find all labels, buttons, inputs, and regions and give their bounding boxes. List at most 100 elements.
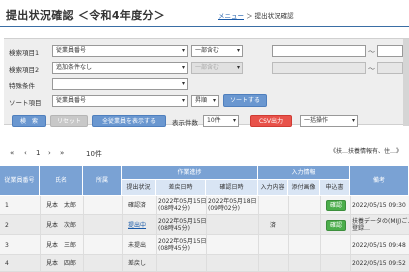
- sort-button[interactable]: ソートする: [223, 94, 267, 107]
- header-work-status[interactable]: 提出状況: [122, 180, 156, 196]
- sort-select[interactable]: 従業員番号 ▾: [52, 95, 188, 107]
- search-panel: 検索項目1 従業員番号 ▾ 一部含む ▾ ～ 検索項目2 追加条件なし ▾ 一部含む ▾…: [4, 38, 409, 127]
- header-start-date[interactable]: 差戻日時: [156, 180, 206, 196]
- cell-status[interactable]: 提出中: [128, 222, 146, 229]
- title-underline: [0, 26, 409, 27]
- column-divider: [156, 196, 157, 272]
- cell-status: 未提出: [128, 242, 147, 249]
- header-note[interactable]: 備考: [350, 166, 409, 196]
- sort-value: 従業員番号: [56, 97, 87, 104]
- column-divider: [122, 196, 123, 272]
- search-item1-label: 検索項目1: [9, 49, 40, 57]
- pager-current-page[interactable]: 1: [36, 149, 40, 157]
- pager-next[interactable]: ›: [48, 149, 51, 157]
- chevron-down-icon: ▾: [181, 80, 185, 87]
- table-row[interactable]: 1 見本 太郎 確認済 2022年05月15日 (08時42分) 2022年05…: [0, 196, 409, 215]
- search-item1-value: 従業員番号: [56, 47, 87, 54]
- pager-first[interactable]: «: [10, 149, 14, 157]
- display-count-select[interactable]: 10件 ▾: [203, 115, 239, 127]
- search-item2-match-select[interactable]: 一部含む ▾: [191, 62, 243, 74]
- chevron-down-icon: ▾: [181, 47, 185, 54]
- header-group-work: 作業進捗: [122, 166, 258, 180]
- search-item1-to-input[interactable]: [377, 45, 403, 57]
- pager-last[interactable]: »: [60, 149, 64, 157]
- chevron-down-icon: ▾: [351, 117, 355, 124]
- title-bar: 提出状況確認 ＜令和4年度分＞ メニュー ＞ 提出状況確認: [0, 0, 409, 27]
- pager-prev[interactable]: ‹: [24, 149, 27, 157]
- table-row[interactable]: 2 見本 次郎 提出中 2022年05月15日 (08時45分) 済 確認 扶養…: [0, 215, 409, 235]
- display-count-label: 表示件数: [172, 119, 198, 127]
- cell-emp-no: 1: [5, 202, 9, 209]
- search-button[interactable]: 検 索: [12, 115, 46, 127]
- chevron-down-icon: ▾: [181, 64, 185, 71]
- panel-scrollbar[interactable]: [403, 39, 409, 126]
- legend-note: 《扶…扶養情報有、住…》: [330, 148, 403, 155]
- page-title: 提出状況確認 ＜令和4年度分＞: [6, 9, 165, 22]
- cell-note: 扶養データの(MIJ)ご… 登録…: [352, 218, 409, 232]
- cell-name: 見本 三郎: [46, 242, 77, 249]
- search-item1-match-select[interactable]: 一部含む ▾: [191, 45, 243, 57]
- header-group-input: 入力情報: [258, 166, 350, 180]
- cell-start-date: 2022年05月15日 (08時45分): [158, 238, 207, 252]
- search-item2-to-input[interactable]: [377, 62, 403, 74]
- sort-order-value: 昇順: [195, 97, 208, 104]
- pager-total: 10件: [86, 150, 102, 158]
- breadcrumb-separator: ＞: [246, 12, 253, 20]
- display-count-value: 10件: [207, 117, 221, 124]
- special-condition-select[interactable]: ▾: [52, 78, 188, 90]
- search-item1-match-value: 一部含む: [195, 47, 220, 54]
- breadcrumb-current: 提出状況確認: [254, 12, 294, 20]
- search-item2-label: 検索項目2: [9, 66, 40, 74]
- chevron-down-icon: ▾: [232, 117, 236, 124]
- header-name[interactable]: 氏名: [40, 166, 83, 196]
- search-item1-from-input[interactable]: [272, 45, 366, 57]
- search-item1-select[interactable]: 従業員番号 ▾: [52, 45, 188, 57]
- header-attach[interactable]: 添付画像: [288, 180, 320, 196]
- search-item2-value: 追加条件なし: [56, 64, 93, 71]
- cell-note: 2022/05/15 09:30: [352, 202, 406, 209]
- table-row[interactable]: 3 見本 三郎 未提出 2022年05月15日 (08時45分) 2022/05…: [0, 235, 409, 255]
- column-divider: [258, 196, 259, 272]
- cell-input-content: 済: [270, 222, 277, 229]
- breadcrumb: メニュー ＞ 提出状況確認: [218, 10, 294, 20]
- cell-emp-no: 2: [5, 222, 9, 229]
- column-divider: [40, 196, 41, 272]
- show-all-employees-button[interactable]: 全従業員を表示する: [92, 115, 166, 127]
- confirm-button[interactable]: 確認: [326, 200, 346, 211]
- cell-status: 差戻し: [128, 260, 147, 267]
- confirm-button[interactable]: 確認: [326, 220, 346, 231]
- cell-status: 確認済: [128, 202, 147, 209]
- breadcrumb-menu-link[interactable]: メニュー: [218, 12, 244, 20]
- range-tilde: ～: [368, 48, 375, 56]
- batch-operation-value: 一括操作: [304, 117, 329, 124]
- cell-emp-no: 3: [5, 242, 9, 249]
- sort-label: ソート項目: [9, 99, 42, 107]
- header-emp-no[interactable]: 従業員番号: [0, 166, 40, 196]
- search-item2-from-input[interactable]: [272, 62, 366, 74]
- sort-order-select[interactable]: 昇順 ▾: [191, 95, 219, 107]
- cell-confirm-date: 2022年05月18日 (09時02分): [208, 198, 257, 212]
- cell-name: 見本 四郎: [46, 260, 77, 267]
- header-dept[interactable]: 所属: [83, 166, 122, 196]
- cell-note: 2022/05/15 09:48: [352, 242, 406, 249]
- cell-emp-no: 4: [5, 260, 9, 267]
- column-divider: [288, 196, 289, 272]
- cell-name: 見本 次郎: [46, 222, 77, 229]
- chevron-down-icon: ▾: [236, 47, 240, 54]
- reset-button[interactable]: リセット: [50, 115, 88, 127]
- cell-start-date: 2022年05月15日 (08時45分): [158, 218, 207, 232]
- range-tilde: ～: [368, 65, 375, 73]
- header-input-content[interactable]: 入力内容: [258, 180, 288, 196]
- search-item2-select[interactable]: 追加条件なし ▾: [52, 62, 188, 74]
- table-row[interactable]: 4 見本 四郎 差戻し 2022/05/15 09:52: [0, 255, 409, 272]
- chevron-down-icon: ▾: [236, 64, 240, 71]
- chevron-down-icon: ▾: [212, 97, 216, 104]
- header-confirm-date[interactable]: 確認日時: [206, 180, 258, 196]
- special-condition-label: 特殊条件: [9, 82, 35, 90]
- column-divider: [350, 196, 351, 272]
- batch-operation-select[interactable]: 一括操作 ▾: [300, 115, 358, 127]
- search-item2-match-value: 一部含む: [195, 64, 220, 71]
- column-divider: [83, 196, 84, 272]
- header-apply[interactable]: 申込書: [320, 180, 350, 196]
- csv-export-button[interactable]: CSV出力: [250, 115, 292, 127]
